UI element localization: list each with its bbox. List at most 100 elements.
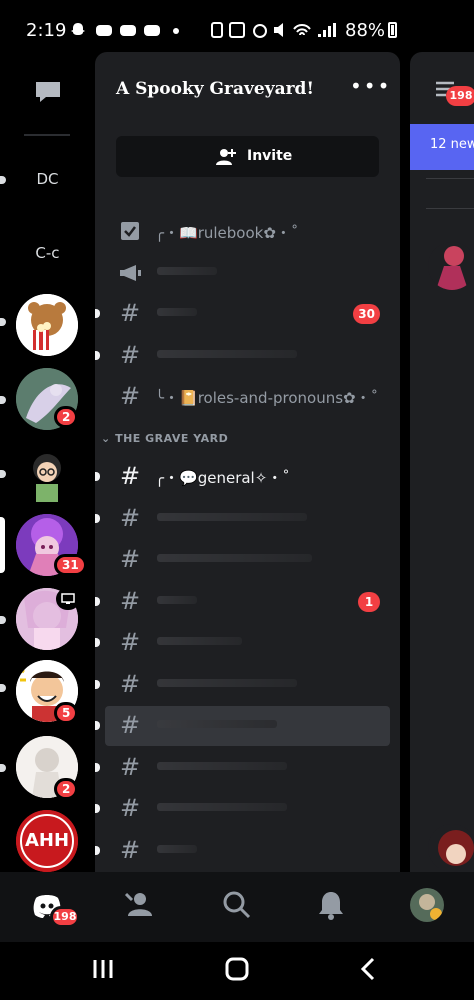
notifications-bell-icon[interactable] bbox=[314, 888, 348, 922]
search-icon[interactable] bbox=[220, 888, 254, 922]
channel-name-redacted bbox=[157, 803, 287, 811]
more-icon[interactable]: ••• bbox=[350, 74, 391, 98]
message-avatar[interactable] bbox=[428, 242, 474, 290]
back-icon[interactable] bbox=[354, 954, 384, 984]
announcement-icon bbox=[120, 265, 141, 281]
channel-item[interactable]: # bbox=[95, 665, 390, 705]
hash-icon: # bbox=[119, 341, 141, 369]
home-button-icon[interactable] bbox=[222, 954, 252, 984]
rail-separator bbox=[24, 134, 70, 136]
channel-item[interactable]: # bbox=[95, 748, 390, 788]
notification-icons bbox=[70, 21, 200, 43]
hash-icon: # bbox=[119, 504, 141, 532]
unread-indicator bbox=[95, 514, 100, 523]
channel-name: ╭・💬general✧・˚ bbox=[155, 469, 290, 487]
channel-item[interactable]: # bbox=[95, 499, 390, 539]
avatar-art-icon bbox=[428, 824, 474, 872]
invite-label: Invite bbox=[247, 148, 293, 164]
unread-indicator bbox=[0, 616, 6, 624]
chat-peek[interactable]: 198 12 new bbox=[410, 52, 474, 872]
channel-general[interactable]: # ╭・💬general✧・˚ bbox=[95, 457, 390, 497]
channel-item-selected[interactable]: # bbox=[95, 706, 390, 746]
message-avatar[interactable] bbox=[428, 824, 474, 872]
new-messages-banner[interactable]: 12 new bbox=[410, 124, 474, 170]
server-name[interactable]: A Spooky Graveyard! bbox=[116, 79, 314, 99]
unread-indicator bbox=[95, 597, 100, 606]
server-ahh[interactable]: AHH bbox=[16, 810, 78, 872]
channel-item[interactable]: # bbox=[95, 336, 390, 376]
unread-indicator bbox=[95, 804, 100, 813]
channel-item[interactable]: # bbox=[105, 540, 390, 580]
battery-percent: 88% bbox=[345, 20, 386, 41]
direct-messages-icon[interactable] bbox=[34, 80, 62, 104]
divider bbox=[426, 178, 474, 179]
profile-avatar[interactable] bbox=[410, 888, 444, 922]
server-chibi[interactable] bbox=[16, 442, 78, 504]
divider bbox=[426, 208, 474, 209]
channel-name-redacted bbox=[157, 762, 287, 770]
hash-icon: # bbox=[119, 711, 141, 739]
wifi-icon bbox=[293, 24, 311, 36]
channel-item[interactable]: # 30 bbox=[95, 294, 390, 334]
category-label: THE GRAVE YARD bbox=[115, 432, 229, 445]
system-nav-bar bbox=[0, 942, 474, 1000]
category-header[interactable]: ⌄ THE GRAVE YARD bbox=[101, 432, 228, 445]
nfc-icon bbox=[229, 22, 245, 38]
invite-button[interactable]: Invite bbox=[116, 136, 379, 177]
hash-icon: # bbox=[119, 836, 141, 864]
hash-icon: # bbox=[119, 628, 141, 656]
channel-rulebook[interactable]: ╭・📖rulebook✿・˚ bbox=[105, 212, 390, 252]
channel-item[interactable]: # 1 bbox=[95, 582, 390, 622]
avatar-art-icon bbox=[428, 242, 474, 290]
profile-avatar-icon bbox=[410, 888, 444, 922]
mute-icon bbox=[274, 23, 283, 37]
notification-icons-svg bbox=[71, 23, 179, 36]
hash-icon: # bbox=[119, 753, 141, 781]
channel-item[interactable]: # bbox=[95, 789, 390, 829]
alarm-icon bbox=[253, 24, 267, 38]
chevron-down-icon: ⌄ bbox=[101, 432, 111, 445]
server-dc[interactable]: DC bbox=[0, 170, 95, 188]
unread-indicator bbox=[95, 351, 100, 360]
channel-roles-and-pronouns[interactable]: # ╰・📔roles-and-pronouns✿・˚ bbox=[105, 377, 390, 417]
hash-icon: # bbox=[119, 299, 141, 327]
unread-indicator bbox=[0, 684, 6, 692]
signal-icon bbox=[318, 23, 336, 37]
hash-icon: # bbox=[119, 382, 141, 410]
discord-icon bbox=[96, 25, 112, 36]
hash-icon: # bbox=[119, 670, 141, 698]
peek-badge: 198 bbox=[446, 86, 474, 106]
selected-server-indicator bbox=[0, 517, 5, 573]
unread-indicator bbox=[95, 472, 100, 481]
friends-icon[interactable] bbox=[124, 888, 158, 922]
server-bear[interactable] bbox=[16, 294, 78, 356]
channel-name-redacted bbox=[157, 845, 197, 853]
rules-icon bbox=[121, 222, 139, 240]
unread-indicator bbox=[95, 638, 100, 647]
unread-indicator bbox=[0, 396, 6, 404]
snapchat-icon bbox=[71, 23, 85, 35]
channel-item[interactable]: # bbox=[95, 623, 390, 663]
ahh-label: AHH bbox=[24, 830, 70, 851]
hash-icon: # bbox=[119, 462, 141, 490]
channel-announcements[interactable] bbox=[105, 253, 390, 293]
battery-icon bbox=[388, 22, 397, 38]
unread-indicator bbox=[95, 846, 100, 855]
server-badge: 5 bbox=[54, 702, 79, 724]
mention-badge: 30 bbox=[353, 304, 380, 324]
channel-item[interactable]: # bbox=[95, 831, 390, 871]
server-c-c[interactable]: C-c bbox=[0, 244, 95, 262]
new-messages-label: 12 new bbox=[430, 137, 474, 152]
channel-name-redacted bbox=[157, 513, 307, 521]
data-saver-icon bbox=[211, 22, 223, 38]
channel-name-redacted bbox=[157, 350, 297, 358]
unread-indicator bbox=[95, 721, 100, 730]
unread-indicator bbox=[0, 470, 6, 478]
discord-icon bbox=[120, 25, 136, 36]
chibi-avatar-icon bbox=[16, 442, 78, 504]
recent-apps-icon[interactable] bbox=[88, 954, 118, 984]
unread-indicator bbox=[95, 309, 100, 318]
hash-icon: # bbox=[119, 794, 141, 822]
hash-icon: # bbox=[119, 545, 141, 573]
bear-avatar-icon bbox=[16, 294, 78, 356]
